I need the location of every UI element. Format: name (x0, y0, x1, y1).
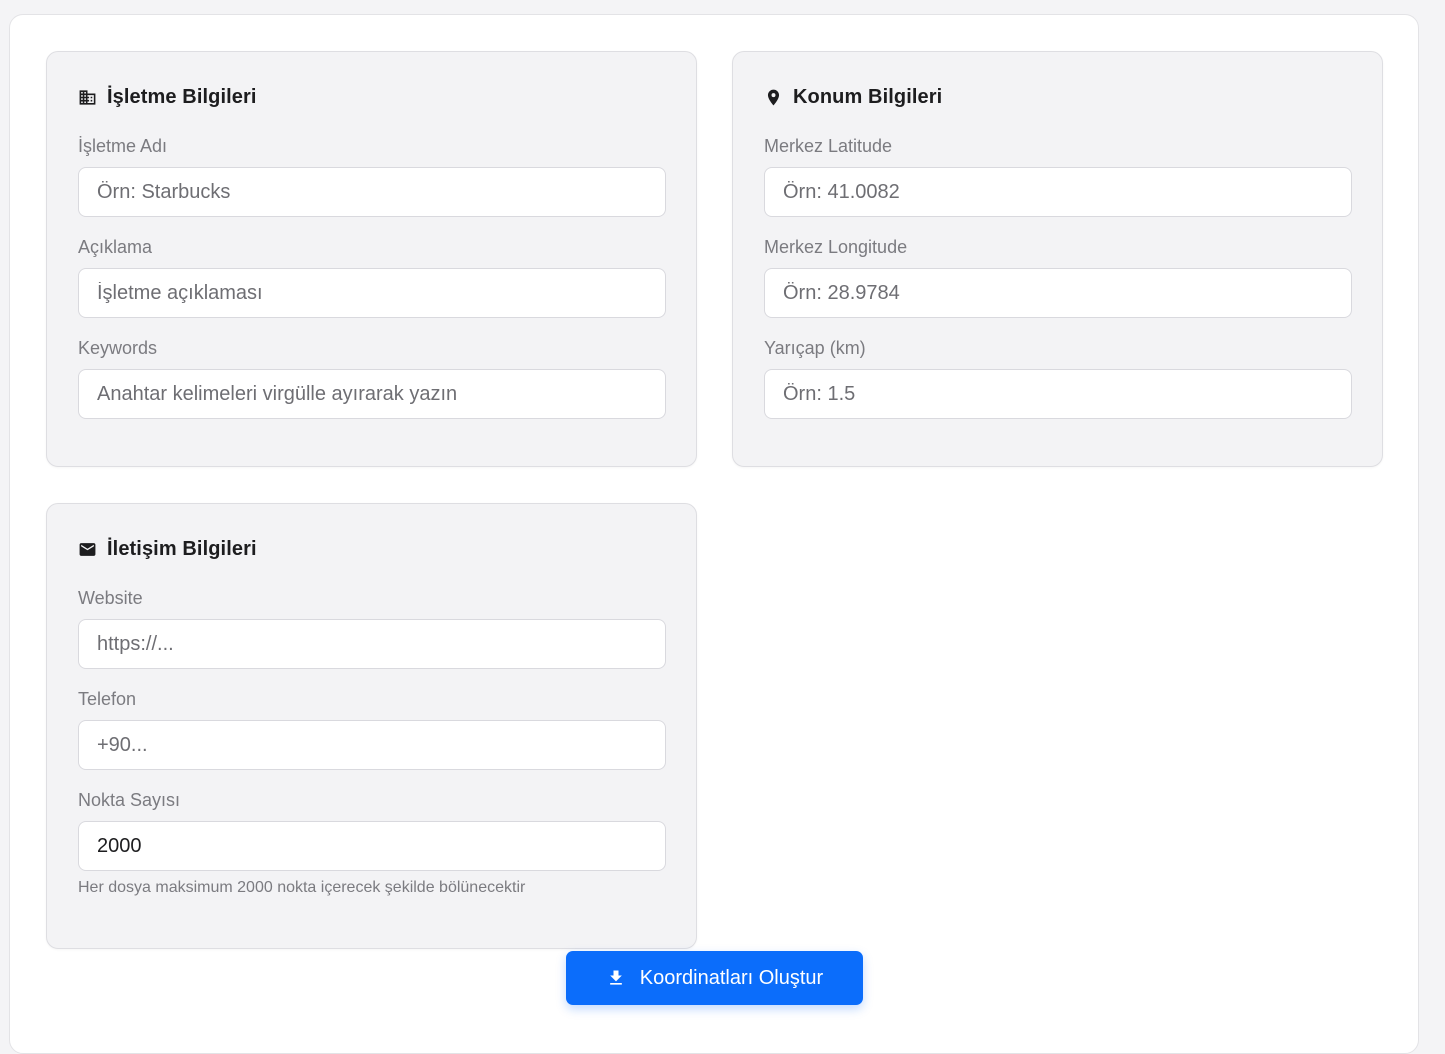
generate-coordinates-button[interactable]: Koordinatları Oluştur (566, 951, 863, 1005)
description-input[interactable] (78, 268, 666, 318)
contact-info-header: İletişim Bilgileri (78, 536, 257, 562)
form-container: İşletme Bilgileri İşletme Adı Açıklama K… (9, 14, 1419, 1054)
download-icon (606, 968, 626, 988)
envelope-icon (78, 540, 97, 559)
business-info-title: İşletme Bilgileri (107, 85, 257, 108)
generate-coordinates-label: Koordinatları Oluştur (639, 966, 824, 989)
website-label: Website (78, 588, 143, 608)
map-pin-icon (764, 88, 783, 107)
business-name-label: İşletme Adı (78, 136, 168, 156)
description-label: Açıklama (78, 237, 153, 257)
radius-input[interactable] (764, 369, 1352, 419)
points-count-hint: Her dosya maksimum 2000 nokta içerecek ş… (78, 879, 526, 896)
keywords-label: Keywords (78, 338, 158, 358)
website-input[interactable] (78, 619, 666, 669)
longitude-input[interactable] (764, 268, 1352, 318)
location-info-panel: Konum Bilgileri Merkez Latitude Merkez L… (732, 51, 1383, 467)
phone-label: Telefon (78, 689, 137, 709)
phone-input[interactable] (78, 720, 666, 770)
longitude-label: Merkez Longitude (764, 237, 908, 257)
latitude-label: Merkez Latitude (764, 136, 893, 156)
business-info-header: İşletme Bilgileri (78, 84, 257, 110)
business-name-input[interactable] (78, 167, 666, 217)
keywords-input[interactable] (78, 369, 666, 419)
location-info-header: Konum Bilgileri (764, 84, 942, 110)
points-count-input[interactable] (78, 821, 666, 871)
location-info-title: Konum Bilgileri (793, 85, 943, 108)
contact-info-panel: İletişim Bilgileri Website Telefon Nokta… (46, 503, 697, 949)
building-icon (78, 88, 97, 107)
radius-label: Yarıçap (km) (764, 338, 866, 358)
latitude-input[interactable] (764, 167, 1352, 217)
contact-info-title: İletişim Bilgileri (107, 537, 257, 560)
business-info-panel: İşletme Bilgileri İşletme Adı Açıklama K… (46, 51, 697, 467)
points-count-label: Nokta Sayısı (78, 790, 181, 810)
